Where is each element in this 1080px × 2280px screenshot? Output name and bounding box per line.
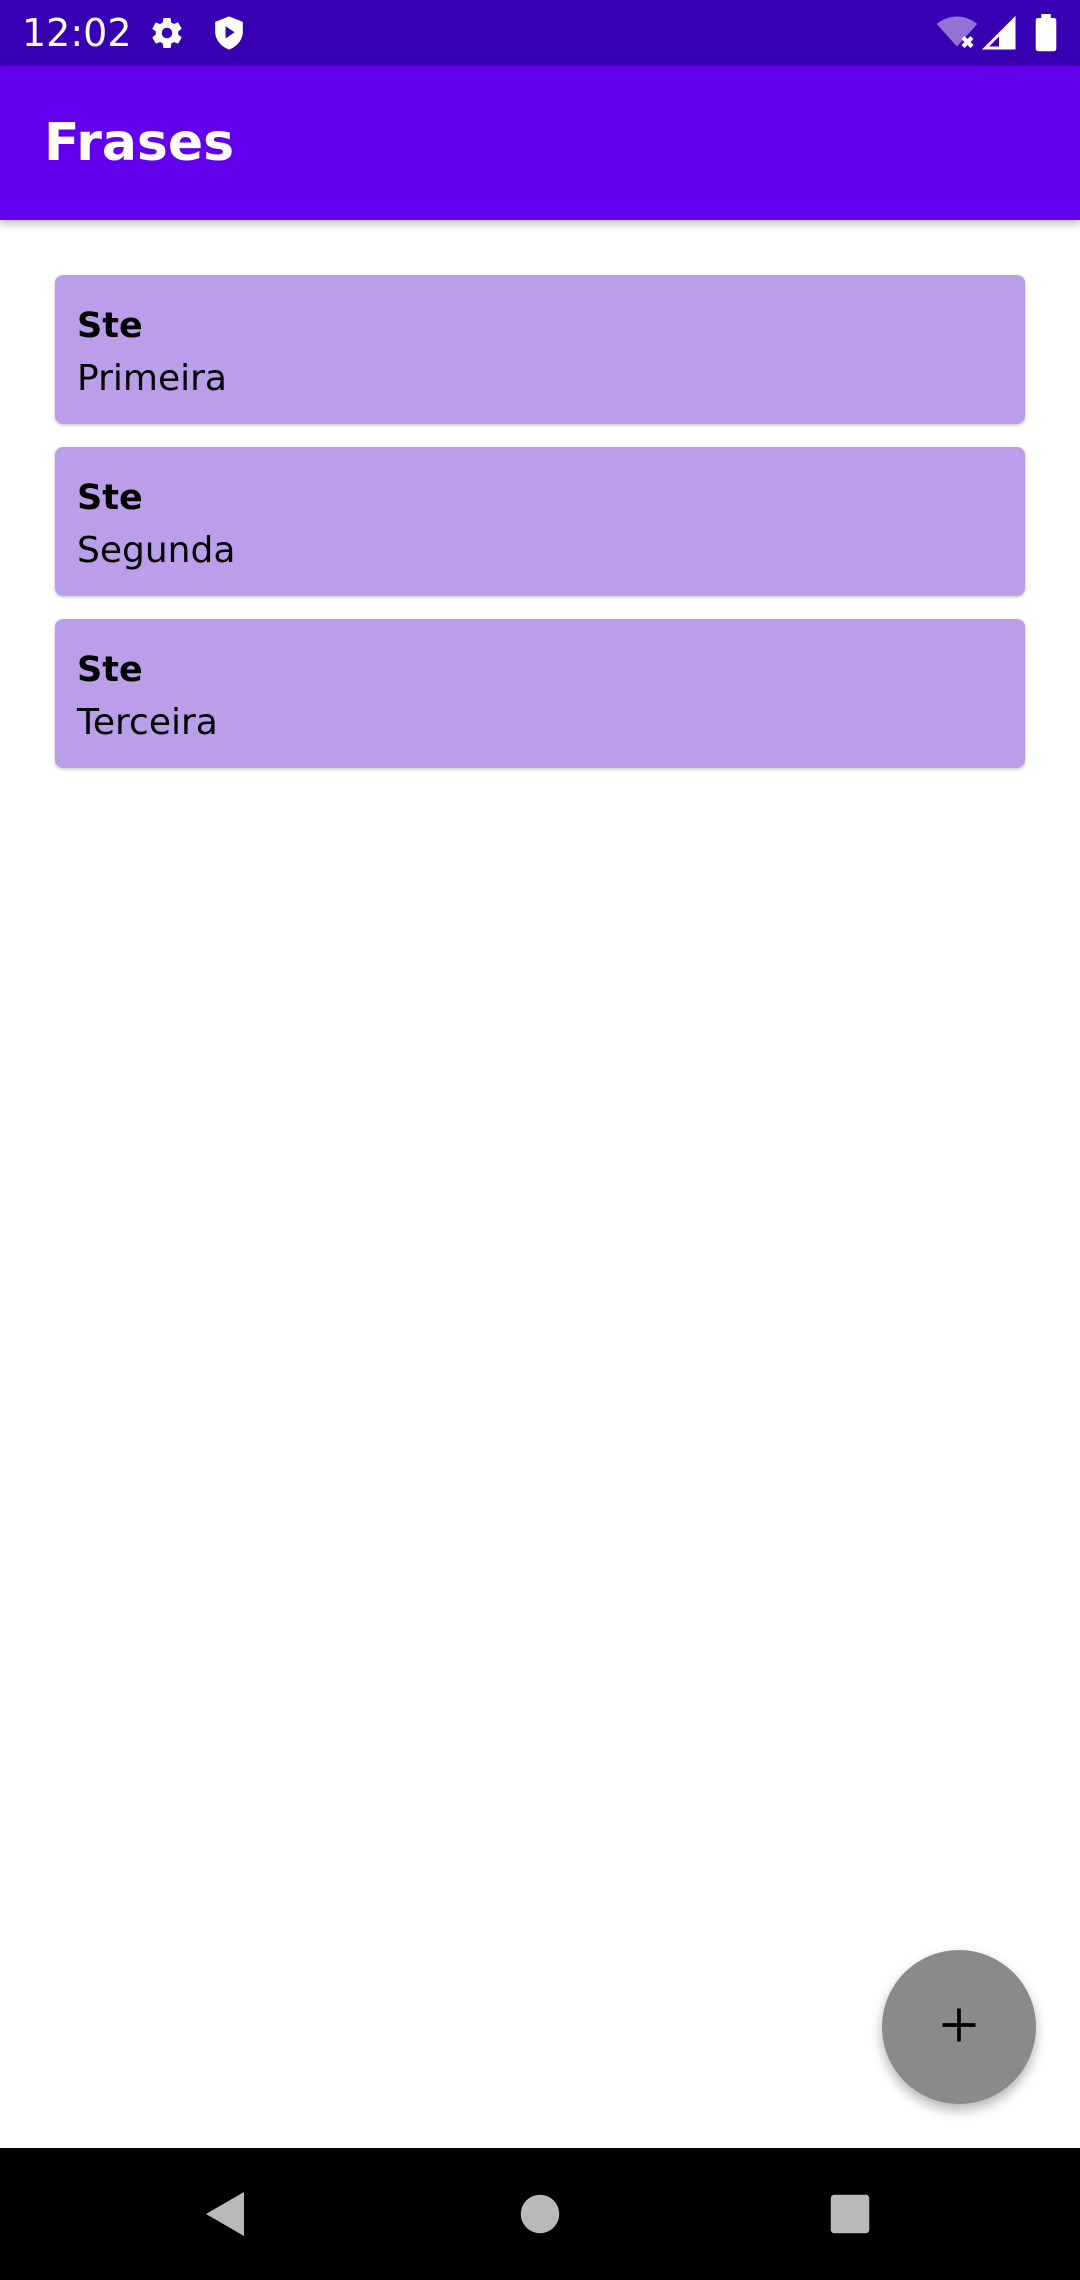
card-text: Primeira [77,358,227,399]
battery-icon [1028,14,1064,52]
wifi-icon [936,14,978,52]
add-button[interactable] [882,1950,1036,2104]
card-title: Ste [77,478,143,518]
recents-icon[interactable] [820,2184,880,2244]
settings-icon [148,14,186,52]
back-icon[interactable] [196,2184,256,2244]
list-item[interactable]: Ste Terceira [55,619,1025,768]
signal-icon [980,14,1018,52]
card-text: Segunda [77,530,236,571]
shield-icon [210,14,248,52]
list-item[interactable]: Ste Primeira [55,275,1025,424]
navigation-bar [0,2148,1080,2280]
page-title: Frases [44,113,235,173]
card-title: Ste [77,306,143,346]
home-icon[interactable] [510,2184,570,2244]
list-item[interactable]: Ste Segunda [55,447,1025,596]
app-bar: Frases [0,66,1080,220]
card-text: Terceira [77,702,218,743]
status-bar: 12:02 [0,0,1080,66]
status-time: 12:02 [22,11,132,55]
card-title: Ste [77,650,143,690]
plus-icon [937,2003,981,2051]
phrase-list: Ste Primeira Ste Segunda Ste Terceira [55,275,1025,791]
